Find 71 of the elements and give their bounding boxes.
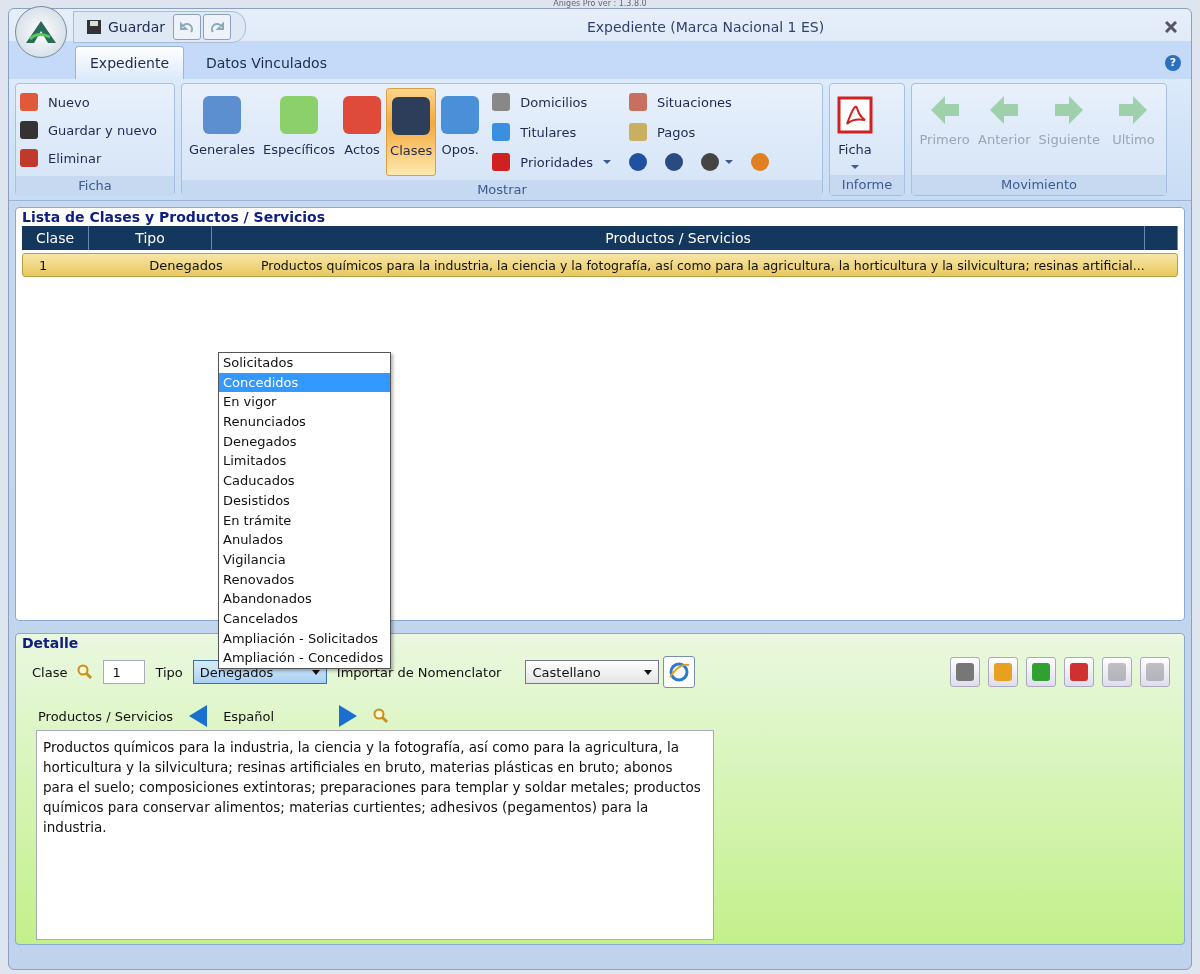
dropdown-option[interactable]: Caducados (219, 471, 390, 491)
undo-icon (179, 19, 196, 35)
ribbon-icon-button[interactable] (701, 153, 733, 171)
browser-button[interactable] (663, 656, 696, 688)
app-logo-button[interactable] (15, 6, 67, 58)
dropdown-option[interactable]: En trámite (219, 510, 390, 531)
field-label: Productos / Servicios (38, 708, 174, 724)
ribbon-icon-button[interactable] (665, 153, 683, 171)
window-title: Expediente (Marca Nacional 1 ES) (585, 19, 826, 35)
ribbon-large-button[interactable]: Generales (186, 88, 258, 176)
ribbon-button[interactable]: Domicilios (492, 88, 611, 116)
help-button[interactable]: ? (1165, 55, 1181, 71)
class-input[interactable]: 1 (103, 660, 146, 684)
ribbon-button[interactable]: Prioridades (492, 148, 611, 176)
group-label: Movimiento (912, 175, 1166, 195)
ribbon-tab[interactable]: Datos Vinculados (192, 47, 341, 79)
ribbon-large-button[interactable]: Actos (340, 88, 385, 176)
dropdown-option[interactable]: Desistidos (219, 490, 390, 511)
dropdown-option[interactable]: Cancelados (219, 608, 390, 629)
search-icon[interactable] (77, 664, 94, 680)
dropdown-option[interactable]: Ampliación - Solicitados (219, 628, 390, 649)
column-header[interactable]: Clase (22, 226, 89, 250)
toolbar-button[interactable] (1026, 657, 1056, 687)
column-header[interactable]: Tipo (89, 226, 212, 250)
dropdown-option[interactable]: En vigor (219, 392, 390, 413)
ribbon-button[interactable]: Pagos (629, 118, 769, 146)
ribbon-button[interactable]: Nuevo (20, 88, 170, 116)
ribbon-button[interactable]: Eliminar (20, 144, 170, 172)
dropdown-option[interactable]: Renunciados (219, 412, 390, 432)
pdf-document-icon (837, 96, 873, 134)
dropdown-option[interactable]: Solicitados (219, 353, 390, 373)
redo-button[interactable] (203, 14, 232, 40)
ribbon-button[interactable]: Situaciones (629, 88, 769, 116)
toolbar-button[interactable] (988, 657, 1018, 687)
app-version-text: Aniges Pro ver : 1.3.8.0 (552, 0, 648, 8)
ribbon-button[interactable]: Titulares (492, 118, 611, 146)
toolbar-button[interactable] (1064, 657, 1094, 687)
panel-title: Detalle (21, 634, 80, 652)
group-label: Ficha (16, 176, 174, 196)
undo-button[interactable] (173, 14, 202, 40)
table-cell-text: Denegados (148, 257, 224, 273)
dropdown-option[interactable]: Denegados (219, 431, 390, 452)
caret-icon (603, 160, 611, 164)
dropdown-option[interactable]: Abandonados (219, 589, 390, 609)
table-cell-text: Productos químicos para la industria, la ciencia y la fotografía, así como para la agricultura, la horticultura y la silvicultura; resinas artificial... (260, 257, 1146, 273)
group-label: Mostrar (182, 180, 822, 200)
ribbon-tab[interactable]: Expediente (75, 46, 184, 79)
field-label: Clase (32, 664, 68, 680)
ribbon-icon-button[interactable] (629, 153, 647, 171)
table-row[interactable]: 1 Denegados Productos químicos para la industria, la ciencia y la fotografía, así como para la agricultura, la horticultura y la silvicultura; resinas artificial... (22, 253, 1178, 277)
panel-title: Lista de Clases y Productos / Servicios (21, 208, 327, 226)
field-label: Tipo (155, 664, 183, 680)
ribbon-large-button[interactable]: Específicos (260, 88, 339, 176)
redo-icon (209, 19, 226, 35)
group-label: Informe (830, 175, 904, 195)
ribbon-large-button[interactable]: Clases (386, 88, 437, 176)
dropdown-option[interactable]: Limitados (219, 451, 390, 472)
dropdown-option[interactable]: Anulados (219, 530, 390, 550)
dropdown-option[interactable]: Renovados (219, 569, 390, 590)
toolbar-button[interactable] (950, 657, 980, 687)
left-arrow-icon[interactable] (187, 704, 210, 728)
products-text-area[interactable]: Productos químicos para la industria, la ciencia y la fotografía, así como para la agricultura, la horticultura y la silvicultura; resinas artificiales en bruto, materias plásticas en bruto; abonos para el suelo; composiciones extintoras; preparaciones para templar y soldar metales; productos químicos para conservar alimentos; materias curtientes; adhesivos (pegamentos) para la industria. (36, 730, 714, 940)
table-cell-text: 1 (38, 257, 49, 273)
ribbon-button[interactable]: Guardar y nuevo (20, 116, 170, 144)
language-name: Español (223, 708, 276, 724)
column-header[interactable]: Productos / Servicios (212, 226, 1145, 250)
ribbon-large-button[interactable]: Opos. (438, 88, 483, 176)
search-icon[interactable] (373, 708, 390, 724)
language-dropdown[interactable]: Castellano (525, 660, 660, 684)
ribbon-large-button[interactable]: Ficha (834, 88, 876, 171)
dropdown-option[interactable]: Vigilancia (219, 549, 390, 570)
